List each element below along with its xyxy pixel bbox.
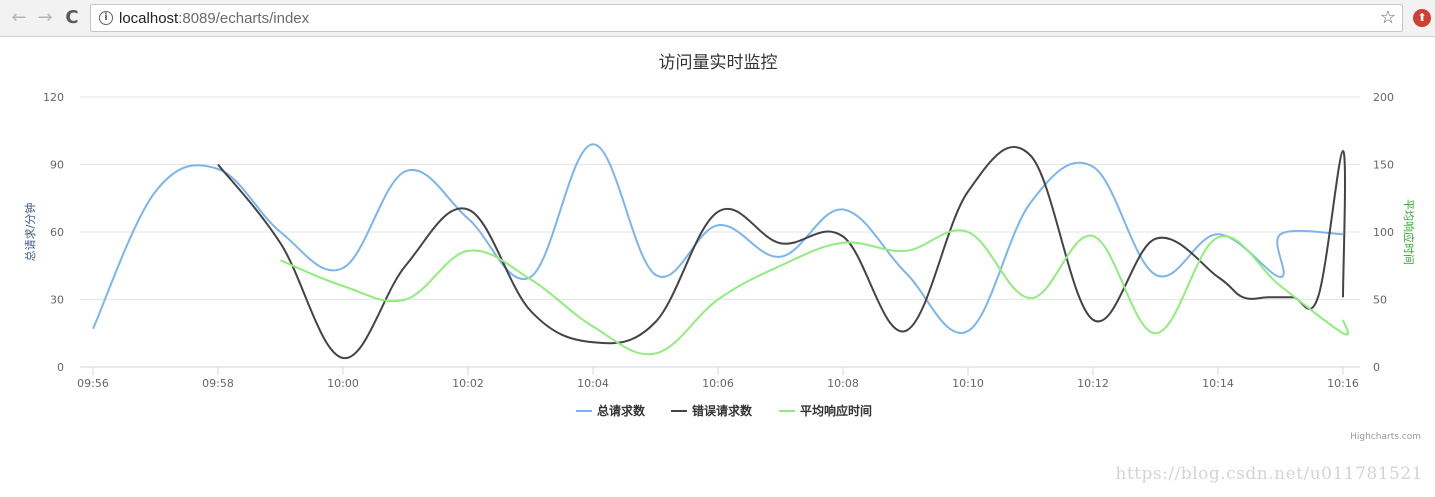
line-chart: 访问量实时监控0306090120050100150200总请求/分钟平均响应时… [0,37,1435,492]
legend-item-2: 错误请求数 [692,403,753,418]
x-tick-label: 10:00 [327,377,359,390]
extension-icon[interactable]: ⬆ [1413,9,1431,27]
url-host: localhost [119,10,178,27]
legend-item-3: 平均响应时间 [800,403,872,418]
y-right-tick-label: 50 [1373,294,1387,307]
y-left-tick-label: 0 [57,361,64,374]
y-left-tick-label: 120 [43,91,64,104]
y-right-tick-label: 150 [1373,159,1394,172]
info-icon[interactable]: i [99,11,113,25]
y-left-tick-label: 90 [50,159,64,172]
x-tick-label: 10:06 [702,377,734,390]
credits-text: Highcharts.com [1350,432,1421,442]
url-path: :8089/echarts/index [178,10,309,27]
y-right-axis-title: 平均响应时间 [1402,199,1416,265]
x-tick-label: 10:04 [577,377,609,390]
x-tick-label: 10:02 [452,377,484,390]
reload-icon[interactable]: C [61,7,83,29]
y-left-tick-label: 60 [50,226,64,239]
chart-container: 访问量实时监控0306090120050100150200总请求/分钟平均响应时… [0,37,1435,492]
forward-arrow-icon[interactable]: → [34,7,56,29]
y-left-axis-title: 总请求/分钟 [23,203,37,262]
series-line-2 [218,147,1345,358]
address-bar[interactable]: i localhost:8089/echarts/index ☆ [90,4,1403,32]
y-right-tick-label: 0 [1373,361,1380,374]
legend-item-1: 总请求数 [597,403,646,418]
bookmark-star-icon[interactable]: ☆ [1380,7,1396,28]
x-tick-label: 10:12 [1077,377,1109,390]
x-tick-label: 10:10 [952,377,984,390]
x-tick-label: 10:14 [1202,377,1234,390]
watermark-text: https://blog.csdn.net/u011781521 [1115,464,1423,484]
back-arrow-icon[interactable]: ← [8,7,30,29]
y-left-tick-label: 30 [50,294,64,307]
url-text[interactable]: localhost:8089/echarts/index [119,10,309,27]
y-right-tick-label: 100 [1373,226,1394,239]
browser-toolbar: ← → C i localhost:8089/echarts/index ☆ ⬆ [0,0,1435,37]
x-tick-label: 09:56 [77,377,109,390]
chart-title: 访问量实时监控 [659,53,778,73]
x-tick-label: 09:58 [202,377,234,390]
y-right-tick-label: 200 [1373,91,1394,104]
x-tick-label: 10:08 [827,377,859,390]
x-tick-label: 10:16 [1327,377,1359,390]
